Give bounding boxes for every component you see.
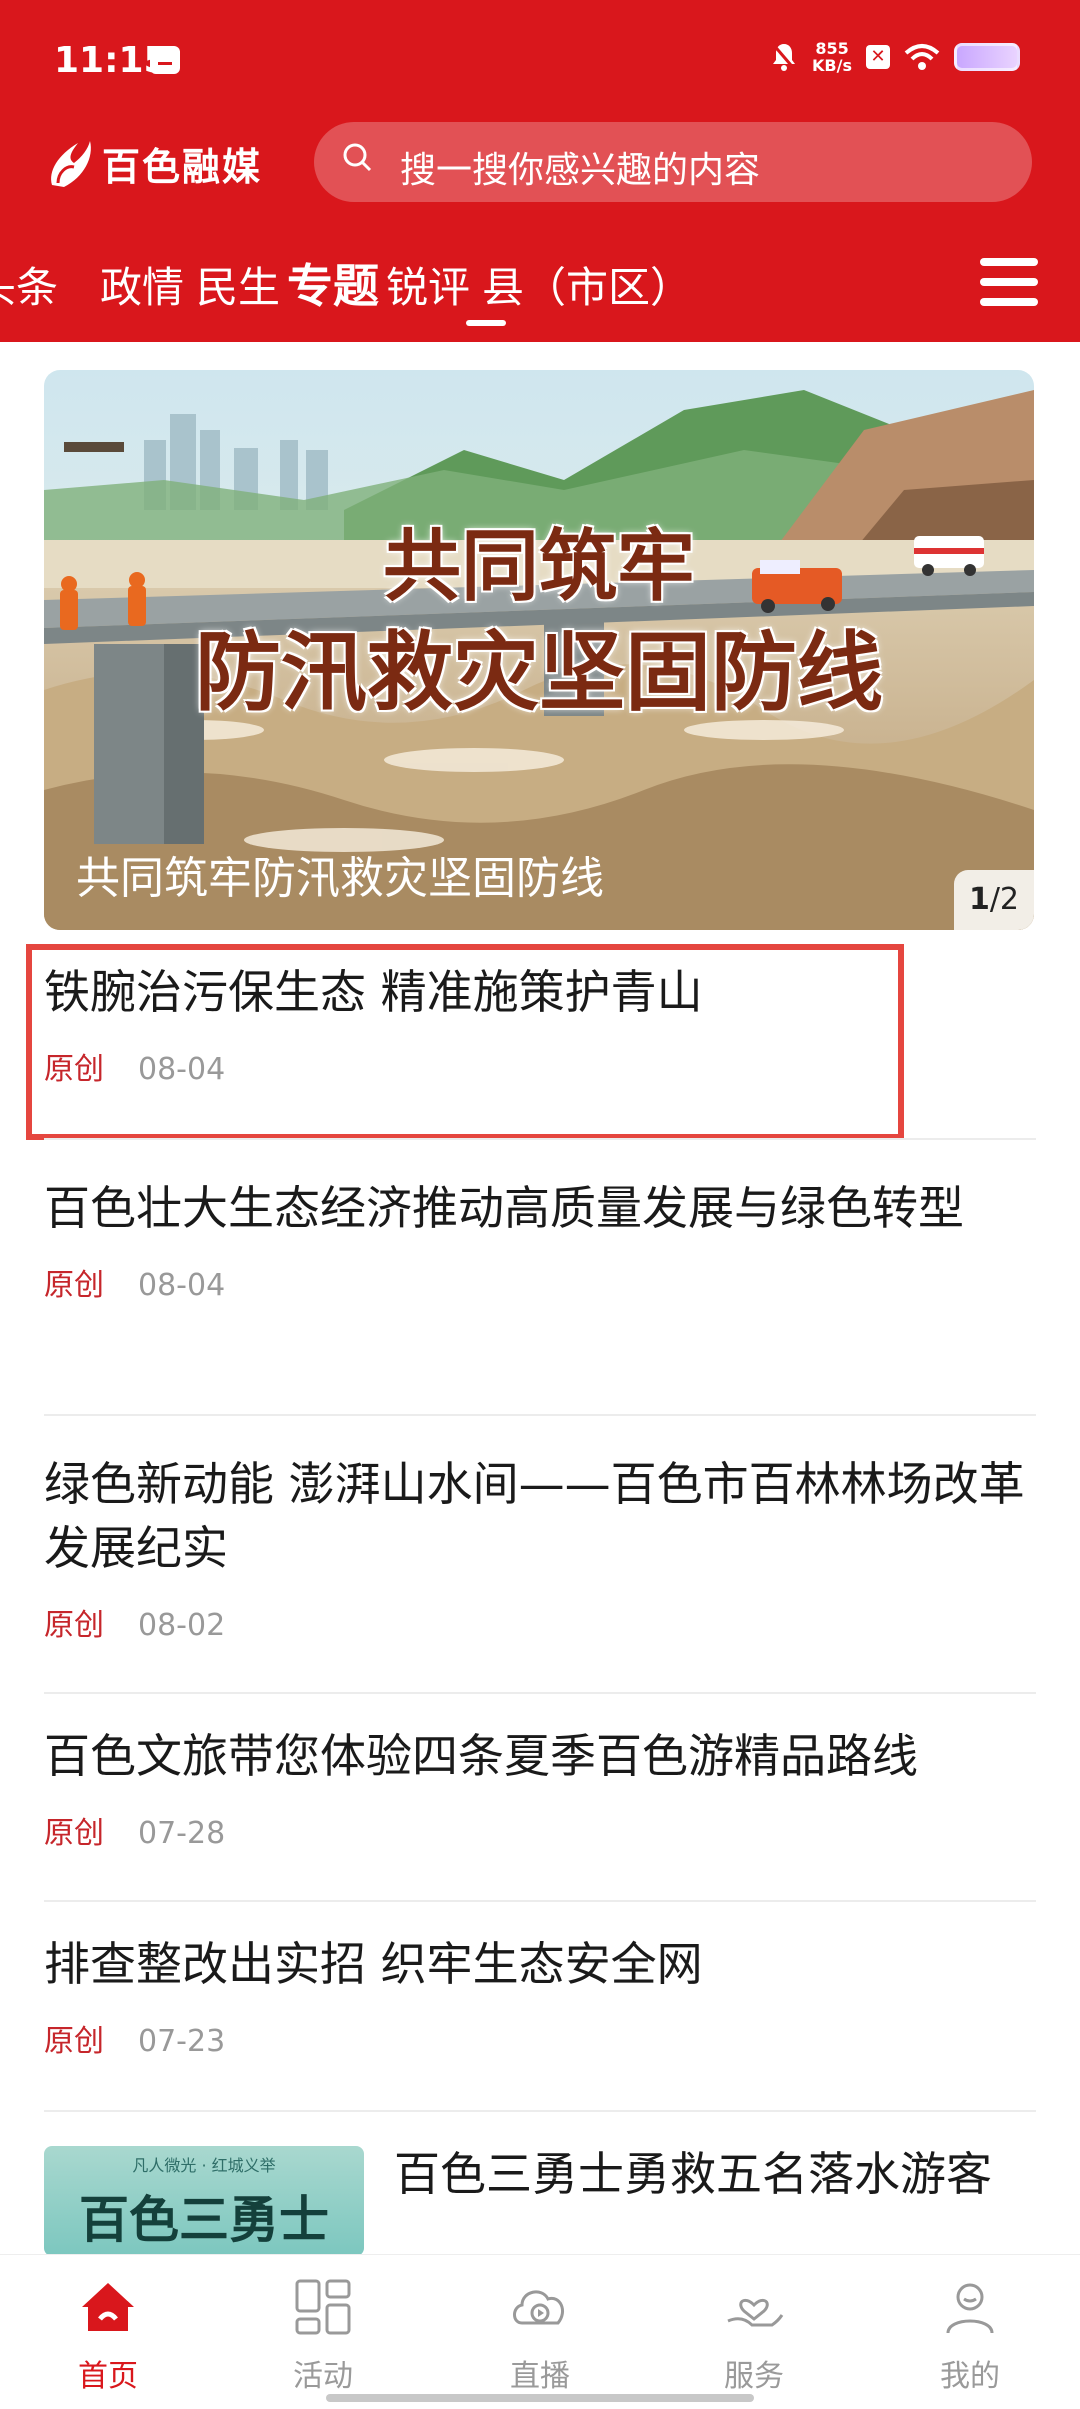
news-item[interactable]: 百色三勇士勇救五名落水游客 (394, 2142, 1034, 2254)
news-source: 原创 (44, 2024, 104, 2059)
banner-headline-line2: 防汛救灾坚固防线 (195, 623, 883, 723)
tab-ruiping[interactable]: 锐评 (386, 254, 470, 315)
news-meta: 原创 08-04 (44, 1260, 1036, 1304)
live-play-icon (513, 2290, 564, 2325)
logo-text: 百色融媒 (102, 145, 263, 189)
sim-x-icon: ✕ (866, 45, 890, 69)
status-icons: 855 KB/s ✕ (770, 40, 1020, 74)
channel-menu-icon[interactable] (980, 258, 1038, 310)
network-speed: 855 KB/s (812, 40, 852, 74)
news-title: 百色三勇士勇救五名落水游客 (394, 2147, 992, 2201)
app-logo: 百色融媒 (44, 136, 262, 191)
news-item[interactable]: 排查整改出实招 织牢生态安全网 原创 07-23 (44, 1932, 1036, 2060)
net-speed-unit: KB/s (812, 56, 852, 75)
news-title: 排查整改出实招 织牢生态安全网 (44, 1937, 703, 1991)
news-title: 绿色新动能 澎湃山水间——百色市百林林场改革发展纪实 (44, 1457, 1025, 1575)
news-item[interactable]: 绿色新动能 澎湃山水间——百色市百林林场改革发展纪实 原创 08-02 (44, 1452, 1036, 1644)
tab-zhengqing[interactable]: 政情 (100, 254, 184, 315)
nav-label: 服务 (724, 2359, 784, 2394)
news-date: 08-04 (138, 1268, 226, 1303)
banner-index-current: 1 (968, 882, 990, 917)
news-date: 07-28 (138, 1816, 226, 1851)
nav-service[interactable]: 服务 (684, 2275, 824, 2395)
nav-label: 首页 (78, 2359, 138, 2394)
search-icon (343, 143, 372, 172)
banner-page-indicator: 1/2 (954, 870, 1034, 930)
news-meta: 原创 07-23 (44, 2016, 1036, 2060)
home-icon (82, 2283, 134, 2331)
nav-profile[interactable]: 我的 (900, 2275, 1040, 2395)
news-item[interactable]: 百色壮大生态经济推动高质量发展与绿色转型 原创 08-04 (44, 1176, 1036, 1304)
nav-label: 我的 (940, 2359, 1000, 2394)
heart-hand-icon (727, 2298, 784, 2327)
nav-home[interactable]: 首页 (38, 2275, 178, 2395)
news-meta: 原创 08-02 (44, 1600, 1036, 1644)
status-bar: 11:15 855 KB/s ✕ (0, 0, 1080, 120)
tab-minsheng[interactable]: 民生 (196, 254, 280, 315)
news-title: 百色文旅带您体验四条夏季百色游精品路线 (44, 1729, 918, 1783)
battery-icon (954, 43, 1020, 71)
channel-tabs: 头条 政情 民生 专题 锐评 县（市区） (0, 248, 1080, 328)
system-home-indicator[interactable] (326, 2394, 754, 2402)
divider (44, 1692, 1036, 1694)
message-notification-icon (150, 46, 180, 74)
highlight-box (26, 944, 904, 1140)
banner-index-total: /2 (989, 882, 1020, 917)
logo-flame-icon (51, 140, 91, 187)
wifi-icon (904, 44, 940, 70)
banner-carousel[interactable]: 共同筑牢 防汛救灾坚固防线 共同筑牢防汛救灾坚固防线 1/2 (44, 370, 1034, 930)
divider (44, 2110, 1036, 2112)
tab-county[interactable]: 县（市区） (482, 254, 692, 315)
news-title: 百色壮大生态经济推动高质量发展与绿色转型 (44, 1181, 964, 1235)
user-icon (946, 2283, 994, 2334)
thumbnail-title: 百色三勇士 (79, 2191, 329, 2249)
mute-bell-icon (770, 42, 798, 72)
divider (44, 1138, 1036, 1140)
news-thumbnail[interactable]: 凡人微光 · 红城义举 百色三勇士 (44, 2146, 364, 2256)
search-placeholder: 搜一搜你感兴趣的内容 (400, 150, 761, 191)
divider (44, 1900, 1036, 1902)
tab-toutiao[interactable]: 头条 (0, 254, 58, 315)
divider (44, 1414, 1036, 1416)
net-speed-value: 855 (815, 39, 849, 58)
news-source: 原创 (44, 1608, 104, 1643)
grid-icon (295, 2279, 351, 2335)
news-date: 08-02 (138, 1608, 226, 1643)
thumbnail-caption: 凡人微光 · 红城义举 (132, 2156, 276, 2175)
active-tab-indicator (466, 320, 506, 326)
news-meta: 原创 07-28 (44, 1808, 1036, 1852)
news-date: 07-23 (138, 2024, 226, 2059)
banner-caption: 共同筑牢防汛救灾坚固防线 (76, 853, 604, 904)
banner-headline-line1: 共同筑牢 (382, 522, 695, 612)
bottom-navigation: 首页 活动 直播 服务 我的 (0, 2254, 1080, 2409)
tab-zhuanti[interactable]: 专题 (287, 250, 379, 316)
nav-live[interactable]: 直播 (470, 2275, 610, 2395)
search-input[interactable]: 搜一搜你感兴趣的内容 (314, 122, 1032, 202)
news-source: 原创 (44, 1268, 104, 1303)
nav-label: 直播 (510, 2359, 570, 2394)
news-source: 原创 (44, 1816, 104, 1851)
app-header: 11:15 855 KB/s ✕ 百色融媒 搜一搜你感兴趣的内容 条 政情 民生… (0, 0, 1080, 342)
nav-label: 活动 (293, 2359, 353, 2394)
news-item[interactable]: 百色文旅带您体验四条夏季百色游精品路线 原创 07-28 (44, 1724, 1036, 1852)
top-bar: 百色融媒 搜一搜你感兴趣的内容 (0, 118, 1080, 208)
nav-activity[interactable]: 活动 (253, 2275, 393, 2395)
